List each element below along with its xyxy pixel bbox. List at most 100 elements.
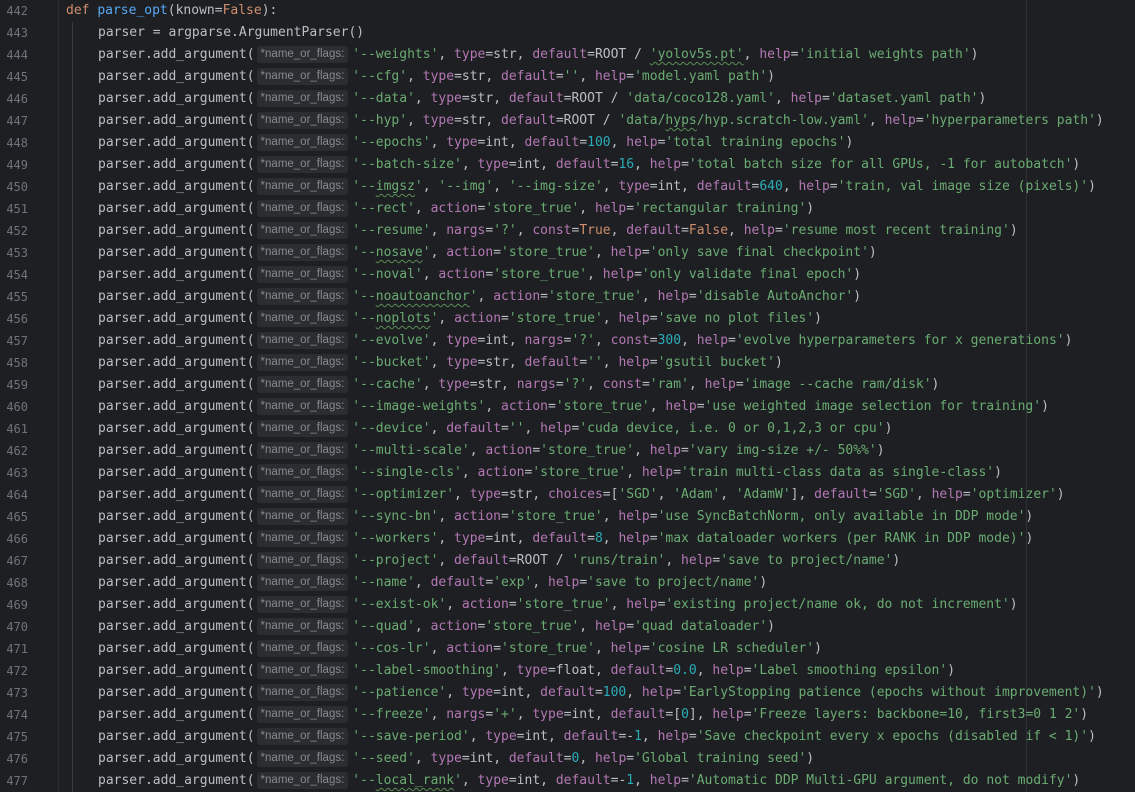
code-editor[interactable]: 442 def parse_opt(known=False): 443 parser … [0, 0, 1135, 792]
code-text[interactable]: parser.add_argument(*name_or_flags: '--da… [98, 88, 986, 110]
code-token: = [775, 223, 783, 238]
code-token: parser.add_argument( [98, 245, 255, 260]
code-text[interactable]: parser.add_argument(*name_or_flags: '--no… [98, 308, 822, 330]
code-text[interactable]: parser = argparse.ArgumentParser() [98, 22, 364, 44]
code-token: 'SGD' [876, 487, 916, 502]
code-text[interactable]: parser.add_argument(*name_or_flags: '--la… [98, 660, 955, 682]
parameter-hint: *name_or_flags: [256, 200, 349, 217]
code-token: = [501, 509, 509, 524]
code-text[interactable]: parser.add_argument(*name_or_flags: '--re… [98, 198, 814, 220]
code-token: ) [1095, 685, 1104, 700]
code-token: False [222, 3, 262, 18]
code-text[interactable]: parser.add_argument(*name_or_flags: '--lo… [98, 770, 1080, 792]
code-text[interactable]: parser.add_argument(*name_or_flags: '--im… [98, 396, 1049, 418]
code-text[interactable]: parser.add_argument(*name_or_flags: '--pr… [98, 550, 900, 572]
code-token: 'store_true' [555, 399, 650, 414]
parameter-hint: *name_or_flags: [256, 640, 349, 657]
code-token: 'only save final checkpoint' [649, 245, 869, 260]
code-text[interactable]: parser.add_argument(*name_or_flags: '--co… [98, 638, 822, 660]
code-token: = [915, 113, 924, 128]
code-text[interactable]: parser.add_argument(*name_or_flags: '--ev… [98, 330, 1072, 352]
code-text[interactable]: parser.add_argument(*name_or_flags: '--wo… [98, 528, 1033, 550]
code-token: type [446, 333, 478, 348]
code-token: , [626, 465, 642, 480]
code-token: 'cosine LR scheduler' [649, 641, 815, 656]
code-token: =str, [501, 487, 548, 502]
code-text[interactable]: parser.add_argument(*name_or_flags: '--cf… [98, 66, 775, 88]
code-text[interactable]: parser.add_argument(*name_or_flags: '--hy… [98, 110, 1104, 132]
line-number: 477 [6, 774, 28, 788]
code-token: help [618, 355, 650, 370]
code-text[interactable]: parser.add_argument(*name_or_flags: '--si… [98, 462, 1002, 484]
code-text[interactable]: parser.add_argument(*name_or_flags: '--im… [98, 176, 1096, 198]
code-text[interactable]: parser.add_argument(*name_or_flags: '--fr… [98, 704, 1088, 726]
code-token: , [665, 553, 682, 568]
code-token: nargs [446, 707, 486, 722]
code-text[interactable]: parser.add_argument(*name_or_flags: '--re… [98, 220, 1018, 242]
code-text[interactable]: parser.add_argument(*name_or_flags: '--ca… [98, 374, 939, 396]
line-number: 475 [6, 730, 28, 744]
code-token: type [477, 157, 509, 172]
line-number: 447 [6, 114, 28, 128]
code-text[interactable]: parser.add_argument(*name_or_flags: '--se… [98, 748, 814, 770]
code-token: '--project' [352, 553, 439, 568]
line-number: 468 [6, 576, 28, 590]
code-token-typo: noautoanchor [375, 289, 470, 304]
code-text[interactable]: parser.add_argument(*name_or_flags: '--no… [98, 286, 861, 308]
code-token: '--data' [352, 91, 415, 106]
code-token: 300 [657, 333, 682, 348]
code-token: 'data/coco128.yaml' [626, 91, 775, 106]
code-token: help [594, 201, 627, 216]
code-text[interactable]: parser.add_argument(*name_or_flags: '--no… [98, 242, 877, 264]
code-text[interactable]: parser.add_argument(*name_or_flags: '--ex… [98, 594, 1018, 616]
code-text[interactable]: parser.add_argument(*name_or_flags: '--qu… [98, 616, 775, 638]
code-text[interactable]: parser.add_argument(*name_or_flags: '--pa… [98, 682, 1104, 704]
code-token: type [461, 685, 494, 700]
code-text[interactable]: parser.add_argument(*name_or_flags: '--ba… [98, 154, 1080, 176]
code-text[interactable]: parser.add_argument(*name_or_flags: '--bu… [98, 352, 783, 374]
code-token: , [461, 157, 478, 172]
parameter-hint: *name_or_flags: [256, 332, 349, 349]
code-token: , [594, 333, 611, 348]
code-text[interactable]: parser.add_argument(*name_or_flags: '--sa… [98, 726, 1096, 748]
code-text[interactable]: parser.add_argument(*name_or_flags: '--sy… [98, 506, 1033, 528]
code-token: , [438, 47, 455, 62]
code-token: help [602, 267, 635, 282]
code-token: 'ram' [649, 377, 689, 392]
code-token: '-- [352, 245, 376, 260]
code-token: help [743, 223, 776, 238]
code-text[interactable]: parser.add_argument(*name_or_flags: '--we… [98, 44, 978, 66]
code-token: 'exp' [493, 575, 533, 590]
code-text[interactable]: parser.add_argument(*name_or_flags: '--mu… [98, 440, 885, 462]
code-token: nargs [446, 223, 486, 238]
code-text[interactable]: parser.add_argument(*name_or_flags: '--de… [98, 418, 892, 440]
code-token: help [540, 421, 572, 436]
code-token: 'quad dataloader' [634, 619, 768, 634]
code-token: ( [167, 3, 176, 18]
code-token: =str, [477, 355, 525, 370]
code-token: '--rect' [352, 201, 415, 216]
code-token: '--single-cls' [352, 465, 462, 480]
code-token: parser.add_argument( [98, 707, 255, 722]
code-token: help [931, 487, 963, 502]
code-text[interactable]: def parse_opt(known=False): [66, 0, 277, 22]
code-token: ) [884, 421, 893, 436]
code-token: = [587, 531, 595, 546]
code-token: ) [978, 91, 987, 106]
line-number: 473 [6, 686, 28, 700]
code-token: 'store_true' [508, 509, 603, 524]
code-text[interactable]: parser.add_argument(*name_or_flags: '--op… [98, 484, 1065, 506]
code-token: default [508, 91, 564, 106]
parameter-hint: *name_or_flags: [256, 376, 349, 393]
code-token: , [516, 707, 533, 722]
code-token: 'evolve hyperparameters for x generation… [735, 333, 1065, 348]
code-token: parser.add_argument( [98, 377, 255, 392]
code-text[interactable]: parser.add_argument(*name_or_flags: '--na… [98, 572, 767, 594]
parameter-hint: *name_or_flags: [256, 508, 349, 525]
code-token: 'total batch size for all GPUs, -1 for a… [688, 157, 1073, 172]
code-token: =str, [454, 113, 502, 128]
code-token: help [649, 773, 682, 788]
code-text[interactable]: parser.add_argument(*name_or_flags: '--no… [98, 264, 861, 286]
code-token: =ROOT / [508, 553, 572, 568]
code-text[interactable]: parser.add_argument(*name_or_flags: '--ep… [98, 132, 853, 154]
